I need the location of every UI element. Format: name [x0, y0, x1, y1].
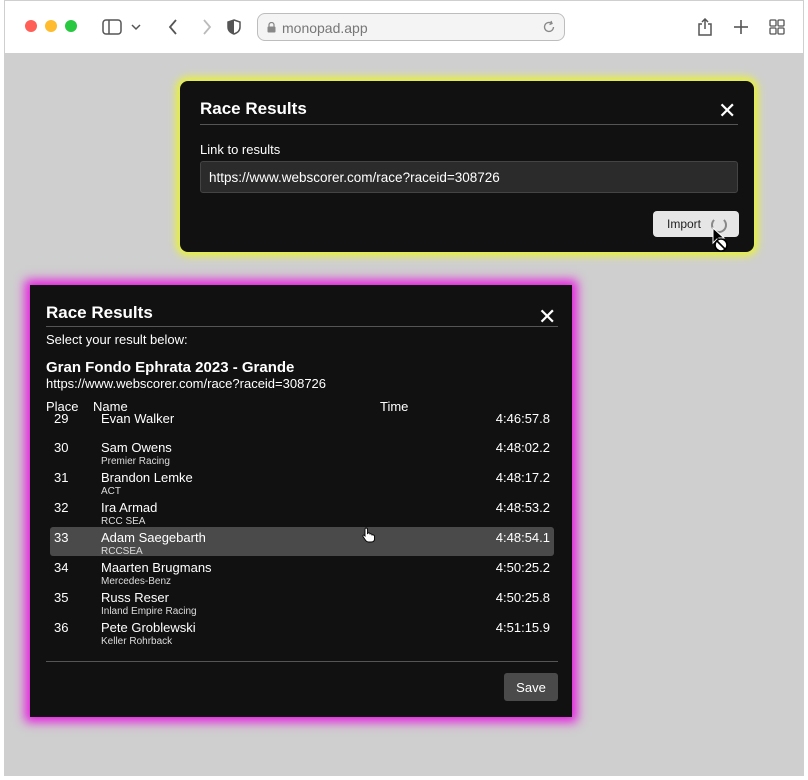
result-team: RCC SEA: [101, 516, 146, 527]
result-place: 29: [54, 411, 69, 426]
result-team: RCCSEA: [101, 546, 143, 557]
privacy-shield-icon[interactable]: [225, 15, 243, 39]
divider: [200, 124, 738, 125]
lock-icon: [267, 22, 276, 33]
save-button[interactable]: Save: [504, 673, 558, 701]
result-time: 4:46:57.8: [495, 411, 550, 426]
result-row[interactable]: 32 Ira Armad RCC SEA 4:48:53.2: [50, 500, 554, 530]
result-name: Ira Armad: [101, 500, 158, 515]
result-place: 33: [54, 530, 69, 545]
close-icon[interactable]: ✕: [718, 100, 736, 122]
minimize-window-button[interactable]: [45, 20, 57, 32]
hand-pointer-cursor-icon: [362, 527, 375, 543]
browser-toolbar: monopad.app: [5, 1, 803, 54]
result-time: 4:50:25.8: [495, 590, 550, 605]
result-place: 34: [54, 560, 69, 575]
result-name: Adam Saegebarth: [101, 530, 206, 545]
result-place: 30: [54, 440, 69, 455]
result-name: Pete Groblewski: [101, 620, 196, 635]
event-name: Gran Fondo Ephrata 2023 - Grande: [46, 359, 295, 376]
result-row[interactable]: 35 Russ Reser Inland Empire Racing 4:50:…: [50, 590, 554, 620]
link-label: Link to results: [200, 142, 281, 157]
result-name: Russ Reser: [101, 590, 169, 605]
close-window-button[interactable]: [25, 20, 37, 32]
result-place: 35: [54, 590, 69, 605]
import-button-label: Import: [667, 217, 702, 231]
divider: [46, 326, 558, 327]
sidebar-toggle-icon[interactable]: [101, 15, 123, 39]
result-time: 4:48:17.2: [495, 470, 550, 485]
result-name: Sam Owens: [101, 440, 172, 455]
result-row-selected[interactable]: 33 Adam Saegebarth RCCSEA 4:48:54.1: [50, 527, 554, 557]
race-results-modal: Race Results ✕ Select your result below:…: [30, 285, 572, 717]
result-team: Inland Empire Racing: [101, 606, 197, 617]
result-row[interactable]: 31 Brandon Lemke ACT 4:48:17.2: [50, 470, 554, 500]
result-place: 32: [54, 500, 69, 515]
url-text: monopad.app: [282, 20, 368, 36]
result-time: 4:48:02.2: [495, 440, 550, 455]
divider: [46, 661, 558, 662]
result-name: Maarten Brugmans: [101, 560, 212, 575]
modal-title: Race Results: [200, 99, 307, 118]
share-icon[interactable]: [695, 15, 715, 39]
result-row[interactable]: 30 Sam Owens Premier Racing 4:48:02.2: [50, 440, 554, 470]
result-row[interactable]: 29 Evan Walker 4:46:57.8: [50, 411, 554, 441]
result-team: ACT: [101, 486, 121, 497]
event-url: https://www.webscorer.com/race?raceid=30…: [46, 376, 327, 391]
result-row[interactable]: 36 Pete Groblewski Keller Rohrback 4:51:…: [50, 620, 554, 650]
zoom-window-button[interactable]: [65, 20, 77, 32]
import-results-modal: Race Results ✕ Link to results Import: [180, 81, 754, 252]
result-time: 4:48:54.1: [495, 530, 550, 545]
browser-window: monopad.app Race Results ✕ Link to resul…: [4, 0, 804, 776]
new-tab-icon[interactable]: [731, 15, 751, 39]
result-team: Mercedes-Benz: [101, 576, 172, 587]
result-team: Premier Racing: [101, 456, 170, 467]
result-place: 31: [54, 470, 69, 485]
result-name: Brandon Lemke: [101, 470, 193, 485]
close-icon[interactable]: ✕: [538, 306, 556, 328]
reload-icon[interactable]: [542, 20, 556, 34]
result-name: Evan Walker: [101, 411, 175, 426]
result-team: Keller Rohrback: [101, 636, 173, 647]
result-time: 4:51:15.9: [495, 620, 550, 635]
modal-title: Race Results: [46, 303, 153, 322]
instruction-text: Select your result below:: [46, 332, 188, 347]
not-allowed-cursor-icon: [712, 227, 728, 252]
result-time: 4:48:53.2: [495, 500, 550, 515]
forward-icon[interactable]: [197, 15, 217, 39]
result-row[interactable]: 34 Maarten Brugmans Mercedes-Benz 4:50:2…: [50, 560, 554, 590]
back-icon[interactable]: [163, 15, 183, 39]
page-content: Race Results ✕ Link to results Import Ra…: [5, 53, 803, 775]
chevron-down-icon[interactable]: [129, 15, 143, 39]
results-link-input[interactable]: [200, 161, 738, 193]
result-time: 4:50:25.2: [495, 560, 550, 575]
result-place: 36: [54, 620, 69, 635]
tab-overview-icon[interactable]: [767, 15, 787, 39]
address-bar[interactable]: monopad.app: [257, 13, 565, 41]
